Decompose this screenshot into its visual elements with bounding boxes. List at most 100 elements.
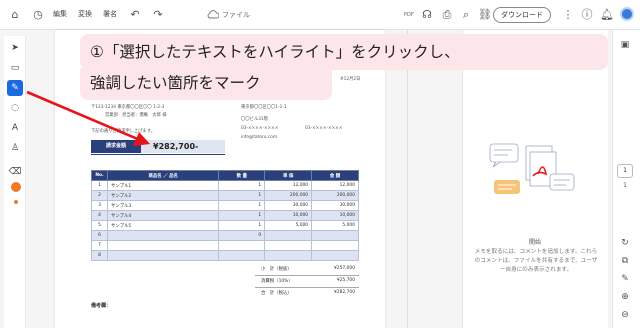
avatar[interactable] <box>620 7 634 21</box>
table-row: 7 <box>91 240 359 251</box>
annotate-icon[interactable]: ✎ <box>618 272 632 286</box>
comment-icon[interactable]: ▭ <box>7 60 23 76</box>
lasso-icon[interactable]: ◌ <box>7 100 23 116</box>
cell-name <box>106 240 220 251</box>
column-header-no: No. <box>91 170 108 181</box>
invoice-date: #12月2日 <box>340 77 361 82</box>
recipient-tel: 03-××××-×××× <box>241 126 279 131</box>
invoice-label: 請求金額 <box>91 140 141 153</box>
tax-row: 消費税（10%） ¥25,700 <box>255 278 359 287</box>
table-header-row: No. 商品名 ／ 品名 数 量 単 価 金 額 <box>91 170 359 181</box>
stamp-icon[interactable]: ♙ <box>7 140 23 156</box>
link-icon[interactable]: ⛓ <box>478 8 492 22</box>
cell-qty: 1 <box>218 220 266 231</box>
cell-amount <box>311 230 359 241</box>
cell-no: 5 <box>91 220 108 231</box>
cell-amount: 12,000 <box>311 180 359 191</box>
subtotal-label: 小 計（税抜） <box>261 267 292 272</box>
cell-name: サンプル3 <box>106 200 220 211</box>
recipient-building: 〇〇ビル31階 <box>241 117 268 122</box>
help-icon[interactable]: ⓘ <box>580 8 594 22</box>
zoom-out-icon[interactable]: ⊖ <box>618 308 632 322</box>
table-row: 3 サンプル3 1 30,000 30,000 <box>91 200 359 211</box>
cell-price: 30,000 <box>264 200 313 211</box>
recipient-address: 東京都〇〇区〇〇1-1-1 <box>241 105 287 110</box>
cell-amount: 30,000 <box>311 200 359 211</box>
total-label: 合 計（税込） <box>261 291 292 296</box>
eraser-icon[interactable]: ⌫ <box>7 164 23 180</box>
table-row: 2 サンプル2 1 200,000 200,000 <box>91 190 359 201</box>
cell-qty <box>218 250 266 261</box>
cell-no: 1 <box>91 180 108 191</box>
redo-icon[interactable]: ↷ <box>151 8 165 22</box>
color-picker[interactable] <box>11 182 21 192</box>
table-row: 5 サンプル5 1 5,000 5,000 <box>91 220 359 231</box>
pdf-label: PDF <box>404 12 414 18</box>
refresh-icon[interactable]: ↻ <box>618 236 632 250</box>
menu-edit[interactable]: 編集 <box>53 9 67 19</box>
tax-value: ¥25,700 <box>336 278 355 283</box>
cell-qty: 1 <box>218 180 266 191</box>
cell-no: 3 <box>91 200 108 211</box>
search-icon[interactable]: ⌕ <box>459 8 473 22</box>
items-table: No. 商品名 ／ 品名 数 量 単 価 金 額 1 サンプル1 1 12,000 12… <box>91 170 359 261</box>
cell-qty: 1 <box>218 200 266 211</box>
cell-name <box>106 230 220 241</box>
sender-dept: 営業部 担当者：債権 太郎 様 <box>105 113 167 118</box>
home-icon[interactable]: ⌂ <box>8 8 22 22</box>
cell-no: 2 <box>91 190 108 201</box>
cell-price <box>264 240 313 251</box>
cloud-icon <box>207 10 219 19</box>
menu-convert[interactable]: 変換 <box>78 9 92 19</box>
recipient-fax: 03-××××-×××× <box>305 126 343 131</box>
sender-address: 〒123-1234 東京都〇〇区〇〇 1-2-3 <box>91 105 165 110</box>
text-icon[interactable]: A <box>7 120 23 136</box>
cell-price <box>264 250 313 261</box>
cell-no: 8 <box>91 250 108 261</box>
select-icon[interactable]: ➤ <box>7 40 23 56</box>
subtotal-row: 小 計（税抜） ¥257,000 <box>255 266 359 275</box>
subtotal-value: ¥257,000 <box>334 266 355 271</box>
cell-amount: 10,000 <box>311 210 359 221</box>
cell-amount: 5,000 <box>311 220 359 231</box>
callout-instruction-line1: ①「選択したテキストをハイライト」をクリックし、 <box>80 34 608 70</box>
print-icon[interactable]: ⎙ <box>440 8 454 22</box>
page-divider <box>407 30 408 328</box>
remarks-label: 備考欄： <box>91 303 112 309</box>
cell-amount: 200,000 <box>311 190 359 201</box>
cell-qty <box>218 240 266 251</box>
headphones-icon[interactable]: ☊ <box>420 8 434 22</box>
cell-no: 7 <box>91 240 108 251</box>
bell-icon[interactable]: 🔔︎ <box>600 8 614 22</box>
cell-amount <box>311 240 359 251</box>
comments-hint: メモを取るには、コメントを追加します。これらのコメントは、ファイルを共有するまで… <box>474 249 598 273</box>
cell-no: 6 <box>91 230 108 241</box>
cell-price: 10,000 <box>264 210 313 221</box>
table-row: 60 <box>91 230 359 241</box>
comments-illustration <box>489 143 575 194</box>
table-row: 1 サンプル1 1 12,000 12,000 <box>91 180 359 191</box>
table-row: 4 サンプル4 1 10,000 10,000 <box>91 210 359 221</box>
download-button[interactable]: ダウンロード <box>493 7 551 23</box>
page-number-input[interactable]: 1 <box>617 164 633 178</box>
tax-label: 消費税（10%） <box>261 279 293 284</box>
comments-heading: 開始 <box>528 239 541 246</box>
undo-icon[interactable]: ↶ <box>128 8 142 22</box>
more-icon[interactable]: ⋮ <box>561 8 575 22</box>
size-indicator[interactable] <box>14 200 18 204</box>
menu-sign[interactable]: 署名 <box>103 9 117 19</box>
comment-panel-icon[interactable]: ▣ <box>618 38 632 52</box>
cell-no: 4 <box>91 210 108 221</box>
page-total: 1 <box>623 182 627 189</box>
cell-price <box>264 230 313 241</box>
cell-qty: 1 <box>218 190 266 201</box>
total-row: 合 計（税込） ¥282,700 <box>255 290 359 299</box>
cell-name: サンプル4 <box>106 210 220 221</box>
top-toolbar: ⌂ ◷ 編集 変換 署名 ↶ ↷ ファイル PDF ☊ ⎙ ⌕ ⛓ ダウンロード… <box>0 0 640 30</box>
highlight-icon[interactable]: ✎ <box>7 80 23 96</box>
copy-icon[interactable]: ⧉ <box>618 254 632 268</box>
cell-qty: 0 <box>218 230 266 241</box>
file-name: ファイル <box>222 11 250 19</box>
history-icon[interactable]: ◷ <box>31 8 45 22</box>
zoom-in-icon[interactable]: ⊕ <box>618 290 632 304</box>
